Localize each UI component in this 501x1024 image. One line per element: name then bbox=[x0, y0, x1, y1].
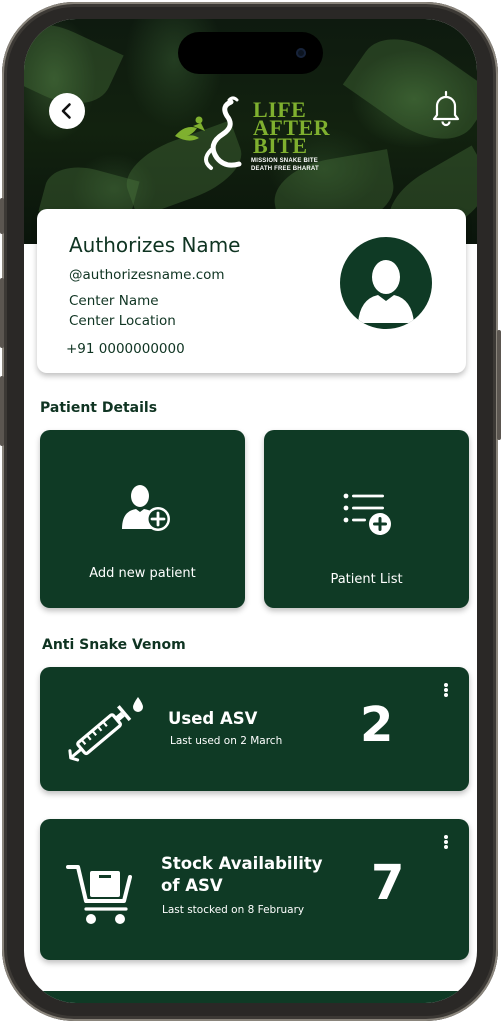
stock-availability-card[interactable]: Stock Availability of ASV Last stocked o… bbox=[40, 819, 469, 960]
power-button bbox=[497, 330, 501, 440]
action-button bbox=[0, 198, 4, 234]
bell-icon[interactable] bbox=[428, 89, 464, 127]
patient-list-label: Patient List bbox=[330, 572, 403, 587]
back-button[interactable] bbox=[49, 93, 85, 129]
logo-tagline-1: MISSION SNAKE BITE bbox=[251, 158, 318, 164]
add-user-icon bbox=[122, 485, 170, 531]
center-location: Center Location bbox=[69, 313, 176, 329]
stock-availability-title-line1: Stock Availability bbox=[161, 854, 323, 873]
chevron-left-icon bbox=[61, 103, 71, 119]
avatar[interactable] bbox=[340, 237, 432, 329]
profile-card[interactable]: Authorizes Name @authorizesname.com Cent… bbox=[37, 209, 466, 373]
app-screen: LIFE AFTER BITE MISSION SNAKE BITE DEATH… bbox=[24, 19, 477, 1003]
user-silhouette-icon bbox=[358, 260, 414, 323]
authorizer-name: Authorizes Name bbox=[69, 233, 241, 257]
volume-down-button bbox=[0, 376, 4, 446]
cart-icon bbox=[66, 865, 132, 924]
logo-word-bite: BITE bbox=[253, 133, 308, 158]
snake-logo-icon bbox=[175, 96, 242, 170]
volume-up-button bbox=[0, 278, 4, 348]
used-asv-card[interactable]: Used ASV Last used on 2 March 2 bbox=[40, 667, 469, 791]
authorizer-email: @authorizesname.com bbox=[69, 267, 225, 283]
center-name: Center Name bbox=[69, 293, 159, 309]
life-after-bite-logo: LIFE AFTER BITE MISSION SNAKE BITE DEATH… bbox=[171, 94, 341, 184]
logo-tagline-2: DEATH FREE BHARAT bbox=[251, 166, 319, 172]
stock-availability-subtitle: Last stocked on 8 February bbox=[162, 904, 305, 916]
used-asv-more-icon[interactable] bbox=[443, 683, 449, 699]
anti-snake-venom-heading: Anti Snake Venom bbox=[42, 637, 186, 653]
used-asv-title: Used ASV bbox=[168, 709, 258, 728]
stock-availability-title-line2: of ASV bbox=[161, 876, 223, 895]
camera-icon bbox=[296, 48, 306, 58]
stock-availability-count: 7 bbox=[371, 855, 405, 911]
add-new-patient-label: Add new patient bbox=[89, 566, 196, 581]
bottom-bar bbox=[24, 991, 477, 1003]
phone-number: +91 0000000000 bbox=[66, 341, 185, 357]
list-add-icon bbox=[343, 493, 391, 535]
syringe-icon bbox=[68, 697, 143, 762]
patient-list-button[interactable]: Patient List bbox=[264, 430, 469, 608]
stock-availability-more-icon[interactable] bbox=[443, 835, 449, 851]
used-asv-count: 2 bbox=[360, 697, 394, 753]
add-new-patient-button[interactable]: Add new patient bbox=[40, 430, 245, 608]
patient-details-heading: Patient Details bbox=[40, 400, 158, 416]
used-asv-subtitle: Last used on 2 March bbox=[170, 735, 283, 747]
